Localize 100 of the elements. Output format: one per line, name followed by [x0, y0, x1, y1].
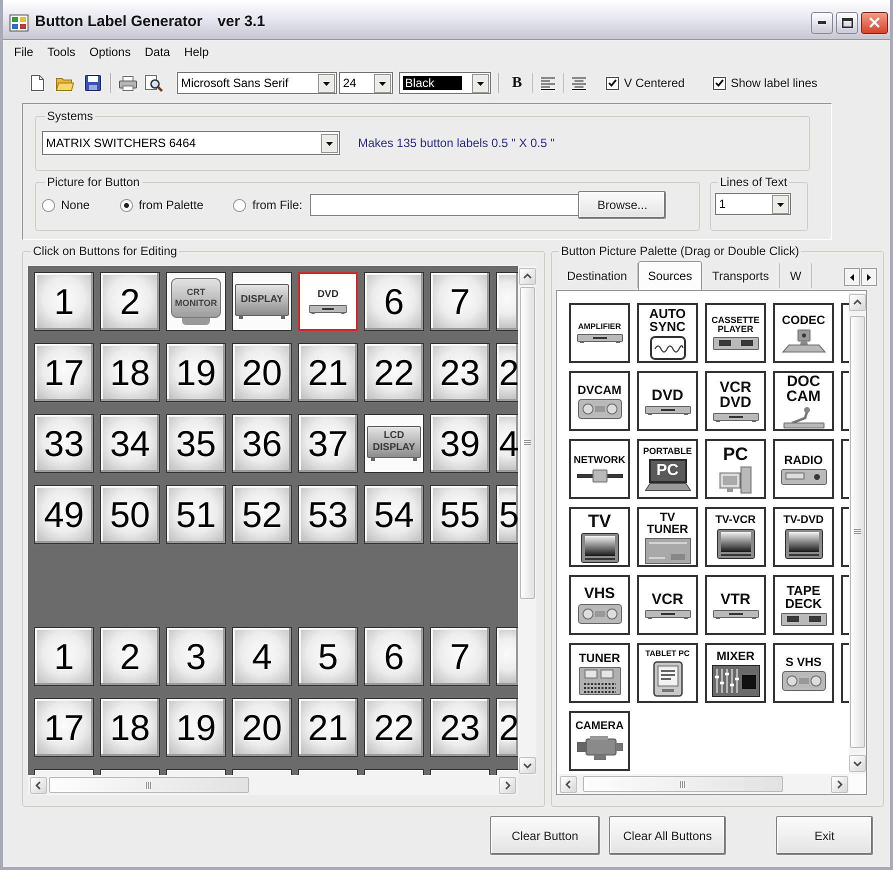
radio-button[interactable]	[120, 198, 133, 212]
dialog-button[interactable]: Exit	[776, 816, 873, 855]
palette-tile[interactable]: TAPE DECK	[773, 575, 834, 635]
palette-tile[interactable]: PORTABLE PC	[637, 439, 698, 499]
label-button[interactable]: 7	[430, 627, 490, 686]
horizontal-scrollbar[interactable]	[559, 774, 849, 794]
scroll-right-button[interactable]	[499, 776, 516, 794]
browse-button[interactable]: Browse...	[578, 191, 666, 219]
label-button[interactable]: 4	[232, 627, 292, 686]
label-button[interactable]: 1	[34, 627, 94, 686]
palette-tile[interactable]: VCR	[637, 575, 698, 635]
label-button[interactable]: 21	[298, 343, 358, 402]
label-button[interactable]: 21	[298, 698, 358, 757]
palette-tile[interactable]: S VHS	[773, 643, 834, 703]
label-button[interactable]: 51	[166, 485, 226, 544]
vertical-scrollbar[interactable]	[518, 266, 536, 775]
tab[interactable]: Sources	[638, 261, 702, 290]
label-button[interactable]: 23	[430, 343, 490, 402]
label-button[interactable]: 2	[496, 343, 518, 402]
label-button[interactable]	[100, 769, 160, 775]
label-button[interactable]: 34	[100, 414, 160, 473]
scrollbar-thumb[interactable]	[520, 287, 534, 599]
label-button[interactable]: 2	[100, 272, 160, 331]
label-button[interactable]	[496, 627, 518, 686]
palette-tile[interactable]: TV-DVD	[773, 507, 834, 567]
scroll-down-button[interactable]	[849, 755, 866, 772]
palette-tile[interactable]: PC	[705, 439, 766, 499]
palette-tile[interactable]: VCR DVD	[705, 371, 766, 431]
palette-tile[interactable]	[841, 643, 849, 703]
label-button[interactable]: 5	[298, 627, 358, 686]
font-dropdown[interactable]: Microsoft Sans Serif	[177, 72, 337, 94]
palette-tile[interactable]: TABLET PC	[637, 643, 698, 703]
label-button[interactable]: 2	[496, 698, 518, 757]
label-button[interactable]: 4	[496, 414, 518, 473]
label-button[interactable]	[496, 272, 518, 331]
label-button[interactable]: LCD DISPLAY	[364, 414, 424, 473]
save-button[interactable]	[82, 72, 104, 94]
menu-item[interactable]: Help	[177, 44, 216, 60]
label-button[interactable]: 52	[232, 485, 292, 544]
palette-tile[interactable]: TUNER	[569, 643, 630, 703]
dialog-button[interactable]: Clear All Buttons	[609, 816, 726, 855]
palette-tile[interactable]: RADIO	[773, 439, 834, 499]
label-button[interactable]: 17	[34, 343, 94, 402]
palette-tile[interactable]: DVCAM	[569, 371, 630, 431]
checkbox[interactable]	[712, 76, 726, 90]
scroll-up-button[interactable]	[518, 268, 536, 285]
file-path-field[interactable]	[310, 194, 580, 216]
color-dropdown[interactable]: Black	[399, 72, 491, 94]
label-button[interactable]: 1	[34, 272, 94, 331]
label-button[interactable]: 37	[298, 414, 358, 473]
system-dropdown[interactable]: MATRIX SWITCHERS 6464	[42, 131, 340, 155]
lines-dropdown[interactable]: 1	[715, 193, 791, 215]
label-button[interactable]: 19	[166, 343, 226, 402]
radio-button[interactable]	[233, 198, 246, 212]
label-button[interactable]	[364, 769, 424, 775]
label-button[interactable]	[232, 769, 292, 775]
label-button[interactable]: 19	[166, 698, 226, 757]
label-button[interactable]: 49	[34, 485, 94, 544]
palette-tile[interactable]: VHS	[569, 575, 630, 635]
label-button[interactable]	[430, 769, 490, 775]
label-button[interactable]: CRT MONITOR	[166, 272, 226, 331]
label-button[interactable]: 23	[430, 698, 490, 757]
menu-item[interactable]: Data	[138, 44, 178, 60]
palette-tile[interactable]: VTR	[705, 575, 766, 635]
label-button[interactable]: 2	[100, 627, 160, 686]
palette-tile[interactable]	[841, 371, 849, 431]
menu-item[interactable]: Options	[82, 44, 138, 60]
label-button[interactable]: DISPLAY	[232, 272, 292, 331]
label-button[interactable]	[166, 769, 226, 775]
tab-scroll-left-button[interactable]	[844, 268, 860, 286]
horizontal-scrollbar[interactable]	[28, 775, 518, 795]
scroll-left-button[interactable]	[560, 776, 577, 792]
checkbox[interactable]	[606, 76, 619, 90]
close-button[interactable]	[861, 12, 888, 34]
scrollbar-thumb[interactable]	[850, 316, 865, 748]
bold-button[interactable]: B	[506, 72, 528, 94]
label-button[interactable]: 39	[430, 414, 490, 473]
label-button[interactable]: 22	[364, 343, 424, 402]
maximize-button[interactable]	[836, 12, 858, 34]
label-button[interactable]: 5	[496, 485, 518, 544]
scrollbar-thumb[interactable]	[49, 777, 249, 793]
palette-tile[interactable]: CASSETTE PLAYER	[705, 303, 766, 363]
label-button[interactable]: 18	[100, 343, 160, 402]
palette-tile[interactable]: DOC CAM	[773, 371, 834, 431]
menu-item[interactable]: Tools	[40, 44, 82, 60]
scroll-left-button[interactable]	[30, 776, 47, 794]
scroll-down-button[interactable]	[518, 757, 536, 774]
palette-tile[interactable]: CODEC	[773, 303, 834, 363]
vertical-scrollbar[interactable]	[849, 293, 866, 774]
label-button[interactable]: 3	[166, 627, 226, 686]
label-button[interactable]: 20	[232, 698, 292, 757]
label-button[interactable]: 7	[430, 272, 490, 331]
scroll-up-button[interactable]	[849, 294, 866, 311]
tab[interactable]: Transports	[702, 263, 780, 288]
scroll-right-button[interactable]	[831, 776, 848, 792]
dialog-button[interactable]: Clear Button	[490, 816, 600, 855]
label-button[interactable]: 53	[298, 485, 358, 544]
font-size-dropdown[interactable]: 24	[339, 72, 393, 94]
palette-tile[interactable]: TV-VCR	[705, 507, 766, 567]
tab-scroll-right-button[interactable]	[861, 268, 877, 286]
